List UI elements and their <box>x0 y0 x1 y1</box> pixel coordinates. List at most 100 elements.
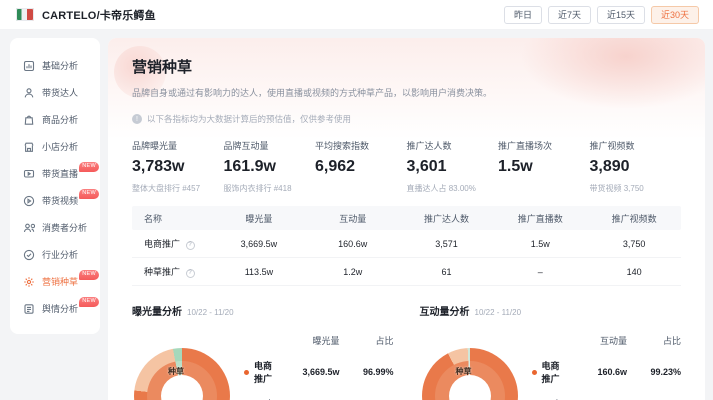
period-button-7d[interactable]: 近7天 <box>548 6 591 24</box>
legend-value: 160.6w <box>563 367 627 377</box>
chart-icon <box>23 60 35 72</box>
sidebar-item-label: 小店分析 <box>42 140 78 153</box>
sidebar-item-live-commerce[interactable]: 带货直播 NEW <box>10 160 100 187</box>
period-button-yesterday[interactable]: 昨日 <box>504 6 542 24</box>
exposure-analysis-chart: 曝光量分析 10/22 - 11/20 种草 曝光量 占比 <box>132 303 394 400</box>
sidebar-item-label: 消费者分析 <box>42 221 87 234</box>
period-button-15d[interactable]: 近15天 <box>597 6 645 24</box>
stat-value: 3,890 <box>590 158 682 176</box>
stat-avg-search-index: 平均搜索指数 6,962 <box>315 139 407 194</box>
page-title: 营销种草 <box>132 56 681 77</box>
store-icon <box>23 141 35 153</box>
help-icon[interactable]: ? <box>186 269 195 278</box>
legend-dot <box>244 370 249 375</box>
help-icon[interactable]: ? <box>186 241 195 250</box>
row-name: 电商推广 ? <box>132 237 212 250</box>
stat-promo-videos: 推广视频数 3,890 带货视频 3,750 <box>590 139 682 194</box>
sidebar-item-product-analysis[interactable]: 商品分析 <box>10 106 100 133</box>
brand-name: CARTELO/卡帝乐鳄鱼 <box>42 7 156 23</box>
sidebar-item-consumer-analysis[interactable]: 消费者分析 <box>10 214 100 241</box>
sidebar-item-basic-analysis[interactable]: 基础分析 <box>10 52 100 79</box>
sidebar: 基础分析 带货达人 商品分析 小店分析 带货直播 NEW 带货视频 NEW 消费… <box>10 38 100 334</box>
stat-value: 6,962 <box>315 158 407 176</box>
stat-sub: 整体大盘排行 #457 <box>132 183 224 194</box>
page-layout: 基础分析 带货达人 商品分析 小店分析 带货直播 NEW 带货视频 NEW 消费… <box>0 30 713 400</box>
sidebar-item-sentiment-analysis[interactable]: 舆情分析 NEW <box>10 295 100 322</box>
new-badge: NEW <box>79 297 99 307</box>
stat-brand-engagement: 品牌互动量 161.9w 服饰内衣排行 #418 <box>224 139 316 194</box>
sidebar-item-industry-analysis[interactable]: 行业分析 <box>10 241 100 268</box>
legend-row-ecommerce[interactable]: 电商推广 160.6w 99.23% <box>532 359 682 385</box>
stat-brand-exposure: 品牌曝光量 3,783w 整体大盘排行 #457 <box>132 139 224 194</box>
legend-dot <box>532 370 537 375</box>
sidebar-item-marketing-seeding[interactable]: 营销种草 NEW <box>10 268 100 295</box>
main-content: 营销种草 品牌自身或通过有影响力的达人，使用直播或视频的方式种草产品，以影响用户… <box>108 38 705 400</box>
info-icon: ! <box>132 114 142 124</box>
table-row: 种草推广 ? 113.5w 1.2w 61 – 140 <box>132 258 681 286</box>
period-button-30d[interactable]: 近30天 <box>651 6 699 24</box>
consumers-icon <box>23 222 35 234</box>
legend-name: 电商推广 <box>254 359 276 385</box>
new-badge: NEW <box>79 189 99 199</box>
engagement-donut-chart[interactable]: 种草 <box>420 324 532 400</box>
row-name-label: 电商推广 <box>144 239 180 249</box>
engagement-legend: 互动量 占比 电商推广 160.6w 99.23% 直播电商 149.6w <box>532 324 682 400</box>
stat-sub: 直播达人占 83.00% <box>407 183 499 194</box>
col-header-influencers: 推广达人数 <box>400 212 494 225</box>
stat-label: 品牌曝光量 <box>132 139 224 152</box>
col-header-name: 名称 <box>132 212 212 225</box>
legend-pct-header: 占比 <box>340 334 394 347</box>
exposure-legend: 曝光量 占比 电商推广 3,669.5w 96.99% 直播电商 2,907.2… <box>244 324 394 400</box>
row-name: 种草推广 ? <box>132 265 212 278</box>
sidebar-item-video-commerce[interactable]: 带货视频 NEW <box>10 187 100 214</box>
stat-value: 3,601 <box>407 158 499 176</box>
sidebar-item-label: 基础分析 <box>42 59 78 72</box>
stat-label: 平均搜索指数 <box>315 139 407 152</box>
live-icon <box>23 168 35 180</box>
chart-title: 曝光量分析 <box>132 303 182 318</box>
cell: 1.5w <box>493 239 587 249</box>
donut-slice-label: 种草 <box>456 366 472 377</box>
table-row: 电商推广 ? 3,669.5w 160.6w 3,571 1.5w 3,750 <box>132 230 681 258</box>
cell: 140 <box>587 267 681 277</box>
stat-label: 品牌互动量 <box>224 139 316 152</box>
stat-value: 161.9w <box>224 158 316 176</box>
legend-pct: 99.23% <box>627 367 681 377</box>
col-header-engagement: 互动量 <box>306 212 400 225</box>
period-selector: 昨日 近7天 近15天 近30天 <box>504 6 699 24</box>
cell: 113.5w <box>212 267 306 277</box>
cell: 61 <box>400 267 494 277</box>
stat-label: 推广达人数 <box>407 139 499 152</box>
col-header-livestreams: 推广直播数 <box>493 212 587 225</box>
legend-value: 3,669.5w <box>276 367 340 377</box>
seeding-icon <box>23 276 35 288</box>
stat-label: 推广视频数 <box>590 139 682 152</box>
cell: 1.2w <box>306 267 400 277</box>
stat-label: 推广直播场次 <box>498 139 590 152</box>
stat-sub: 服饰内衣排行 #418 <box>224 183 316 194</box>
disclaimer-note: ! 以下各指标均为大数据计算后的预估值，仅供参考使用 <box>132 113 681 125</box>
row-name-label: 种草推广 <box>144 267 180 277</box>
stat-promo-livestreams: 推广直播场次 1.5w <box>498 139 590 194</box>
industry-icon <box>23 249 35 261</box>
sidebar-item-influencers[interactable]: 带货达人 <box>10 79 100 106</box>
table-header-row: 名称 曝光量 互动量 推广达人数 推广直播数 推广视频数 <box>132 206 681 230</box>
sidebar-item-shop-analysis[interactable]: 小店分析 <box>10 133 100 160</box>
chart-title: 互动量分析 <box>420 303 470 318</box>
col-header-videos: 推广视频数 <box>587 212 681 225</box>
col-header-exposure: 曝光量 <box>212 212 306 225</box>
legend-value-header: 曝光量 <box>276 334 340 347</box>
cell: 3,571 <box>400 239 494 249</box>
exposure-donut-chart[interactable]: 种草 <box>132 324 244 400</box>
stat-sub: 带货视频 3,750 <box>590 183 682 194</box>
stat-sub <box>315 183 407 193</box>
chart-date-range: 10/22 - 11/20 <box>187 308 234 317</box>
cell: – <box>493 267 587 277</box>
cell: 3,750 <box>587 239 681 249</box>
page-description: 品牌自身或通过有影响力的达人，使用直播或视频的方式种草产品，以影响用户消费决策。 <box>132 86 681 99</box>
legend-row-ecommerce[interactable]: 电商推广 3,669.5w 96.99% <box>244 359 394 385</box>
stat-value: 1.5w <box>498 158 590 176</box>
new-badge: NEW <box>79 270 99 280</box>
cell: 3,669.5w <box>212 239 306 249</box>
bag-icon <box>23 114 35 126</box>
